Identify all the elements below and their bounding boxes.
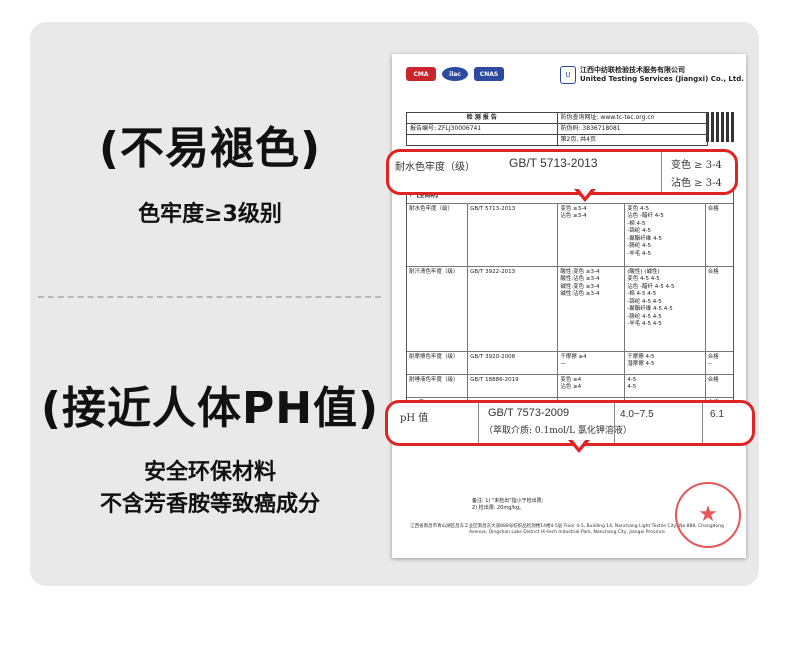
callout2-value: 6.1: [710, 409, 724, 420]
cell-result: 变色 4-5 沾色 -醋纤 4-5 -棉 4-5 -锦纶 4-5 -聚酯纤维 4…: [625, 203, 706, 266]
cma-logo: CMA: [406, 67, 436, 81]
certification-logos: CMA ilac CNAS: [406, 66, 504, 82]
callout1-standard: GB/T 5713-2013: [509, 156, 598, 170]
callout2-medium: （萃取介质: 0.1mol/L 氯化钾溶液）: [484, 426, 632, 436]
cell-result: 干摩擦 4-5 湿摩擦 4-5: [625, 351, 706, 374]
callout2-range: 4.0~7.5: [620, 409, 654, 420]
cell-item: 耐摩擦色牢度（级）: [407, 351, 469, 374]
report-header-table: 检 测 报 告防伪查询网址: www.tc-tec.org.cn 报告编号: Z…: [406, 112, 708, 146]
table-row: 耐摩擦色牢度（级） GB/T 3920-2008 干摩擦 ≥4 — 干摩擦 4-5 湿…: [407, 351, 733, 375]
cell-standard: GB/T 3922-2013: [468, 266, 559, 351]
cell-requirement: 变色 ≥4 沾色 ≥4: [558, 374, 626, 397]
cnas-logo: CNAS: [474, 67, 504, 81]
org-name-en: United Testing Services (Jiangxi) Co., L…: [580, 75, 744, 83]
page-number: 第2页, 共4页: [560, 136, 596, 143]
cell-standard: GB/T 5713-2013: [468, 203, 559, 266]
cell-standard: GB/T 18886-2019: [468, 374, 559, 397]
cell-judgement: 合格: [707, 205, 719, 212]
cell-item: 耐唾液色牢度（级）: [407, 374, 469, 397]
report-no: 报告编号: ZFLJ30006741: [407, 124, 558, 134]
callout2-item: pH 值: [400, 413, 429, 424]
title-ph: (接近人体PH值): [40, 383, 380, 434]
subtitle-ph-line1: 安全环保材料: [143, 460, 276, 485]
table-row: 耐唾液色牢度（级） GB/T 18886-2019 变色 ≥4 沾色 ≥4 4-5 4…: [407, 374, 733, 398]
qr-code-icon: [706, 112, 736, 142]
query-url: 防伪查询网址: www.tc-tec.org.cn: [560, 114, 655, 121]
cell-judgement: 合格: [707, 376, 719, 383]
test-report-document: CMA ilac CNAS U 江西中纺联检验技术服务有限公司 United T…: [392, 54, 746, 558]
cell-result: (酸性) (碱性) 变色 4-5 4-5 沾色 -醋纤 4-5 4-5 -棉 4…: [625, 266, 706, 351]
report-notes: 备注: 1) "未检出"指小于检出限; 2) 检出限: 20mg/kg。: [472, 498, 544, 511]
anti-fake-code: 防伪码: 3836718081: [560, 125, 621, 132]
table-row: 耐水色牢度（级） GB/T 5713-2013 变色 ≥3-4 沾色 ≥3-4 变色 …: [407, 203, 733, 267]
report-footer: 江西省南昌市青山湖区昌东工业区南昌东大道888号纺织品检测楼14楼4-5层 Fl…: [410, 524, 724, 535]
cell-result: 4-5 4-5: [625, 374, 706, 397]
callout-color-fastness: 耐水色牢度（级） GB/T 5713-2013 变色 ≥ 3-4 沾色 ≥ 3-…: [386, 149, 738, 195]
dashed-divider: [38, 296, 381, 298]
table-row: 耐汗渍色牢度（级） GB/T 3922-2013 酸性:变色 ≥3-4 酸性:沾色 …: [407, 266, 733, 352]
org-name-cn: 江西中纺联检验技术服务有限公司: [580, 66, 685, 74]
callout1-item: 耐水色牢度（级）: [395, 162, 475, 173]
callout1-stain-req: 沾色 ≥ 3-4: [671, 178, 722, 189]
cell-requirement: 酸性:变色 ≥3-4 酸性:沾色 ≥3-4 碱性:变色 ≥3-4 碱性:沾色 ≥…: [558, 266, 626, 351]
ilac-logo: ilac: [442, 67, 468, 81]
callout2-standard: GB/T 7573-2009: [488, 407, 570, 419]
cell-requirement: 变色 ≥3-4 沾色 ≥3-4: [558, 203, 626, 266]
cell-requirement: 干摩擦 ≥4 —: [558, 351, 626, 374]
uts-logo-icon: U: [560, 66, 576, 84]
cell-item: 耐水色牢度（级）: [407, 203, 469, 266]
subtitle-color-fastness: 色牢度≥3级别: [138, 202, 282, 227]
cell-standard: GB/T 3920-2008: [468, 351, 559, 374]
subtitle-ph-line2: 不含芳香胺等致癌成分: [99, 492, 320, 517]
cell-judgement: 合格: [707, 268, 719, 275]
official-seal: ★: [675, 482, 741, 548]
report-title: 检 测 报 告: [407, 113, 558, 123]
title-color-fastness: (不易褪色): [98, 123, 322, 174]
cell-judgement: 合格 --: [707, 353, 719, 368]
callout1-change-req: 变色 ≥ 3-4: [671, 160, 722, 171]
cell-item: 耐汗渍色牢度（级）: [407, 266, 469, 351]
